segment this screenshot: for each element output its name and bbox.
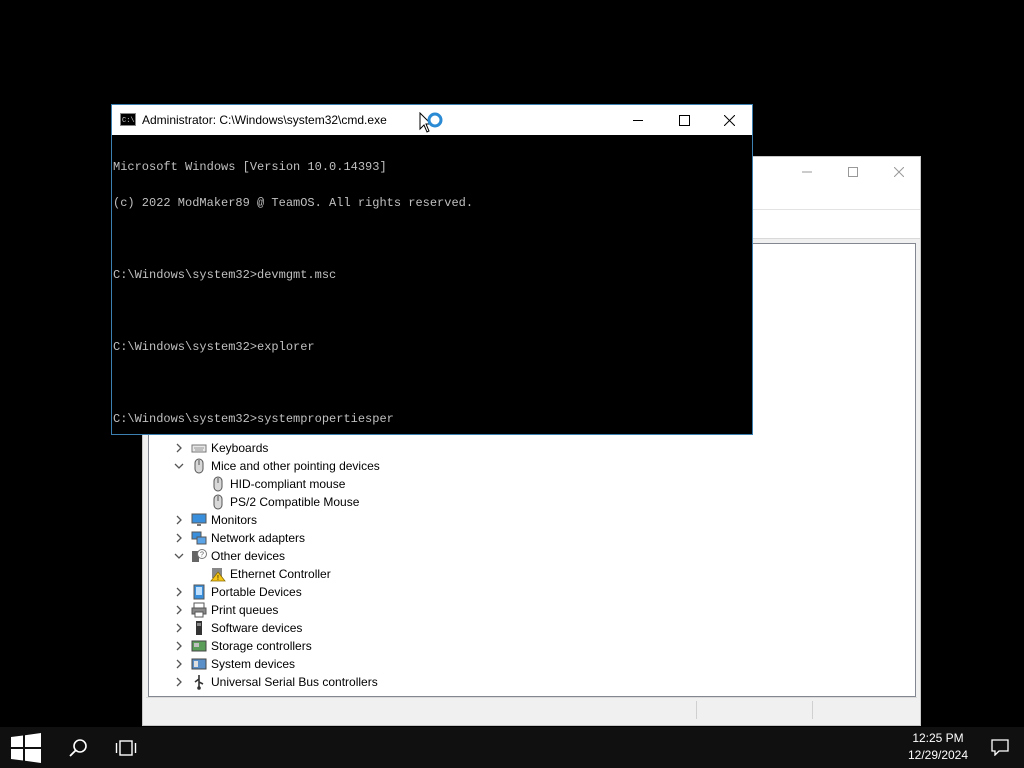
start-button[interactable] bbox=[0, 727, 52, 768]
close-icon bbox=[894, 167, 904, 177]
tree-category-row[interactable]: Network adapters bbox=[149, 529, 909, 547]
tree-device-row[interactable]: ! Ethernet Controller bbox=[149, 565, 909, 583]
network-adapter-icon bbox=[191, 530, 207, 546]
tree-item-label: Software devices bbox=[211, 621, 303, 635]
mouse-icon bbox=[191, 458, 207, 474]
device-manager-maximize-button[interactable] bbox=[830, 157, 876, 187]
cmd-minimize-button[interactable] bbox=[615, 105, 661, 135]
maximize-icon bbox=[678, 114, 690, 126]
mouse-icon bbox=[210, 494, 226, 510]
tree-category-row[interactable]: Mice and other pointing devices bbox=[149, 457, 909, 475]
tree-item-label: PS/2 Compatible Mouse bbox=[230, 495, 360, 509]
taskbar: 12:25 PM 12/29/2024 bbox=[0, 727, 1024, 768]
search-button[interactable] bbox=[56, 727, 100, 768]
console-input-line: C:\Windows\system32>systempropertiesper bbox=[113, 412, 394, 426]
svg-text:!: ! bbox=[217, 575, 219, 582]
tree-item-label: Print queues bbox=[211, 603, 279, 617]
console-line: Microsoft Windows [Version 10.0.14393] bbox=[113, 160, 387, 174]
tree-category-row[interactable]: ? Other devices bbox=[149, 547, 909, 565]
search-icon bbox=[69, 738, 87, 757]
portable-device-icon bbox=[191, 584, 207, 600]
minimize-icon bbox=[802, 171, 812, 173]
device-manager-minimize-button[interactable] bbox=[784, 157, 830, 187]
collapsed-chevron-icon[interactable] bbox=[172, 529, 186, 547]
task-view-button[interactable] bbox=[104, 727, 148, 768]
tree-item-label: Monitors bbox=[211, 513, 258, 527]
expanded-chevron-icon[interactable] bbox=[172, 547, 186, 565]
tree-category-row[interactable]: Monitors bbox=[149, 511, 909, 529]
console-line: C:\Windows\system32>devmgmt.msc bbox=[113, 268, 337, 282]
tree-category-row[interactable]: Print queues bbox=[149, 601, 909, 619]
cmd-close-button[interactable] bbox=[706, 105, 752, 135]
tree-item-label: Other devices bbox=[211, 549, 286, 563]
console-line: (c) 2022 ModMaker89 @ TeamOS. All rights… bbox=[113, 196, 474, 210]
status-separator bbox=[696, 701, 697, 719]
tree-item-label: Storage controllers bbox=[211, 639, 312, 653]
tree-item-label: HID-compliant mouse bbox=[230, 477, 346, 491]
collapsed-chevron-icon[interactable] bbox=[172, 583, 186, 601]
tree-device-row[interactable]: PS/2 Compatible Mouse bbox=[149, 493, 909, 511]
cmd-console[interactable]: Microsoft Windows [Version 10.0.14393] (… bbox=[112, 135, 752, 434]
collapsed-chevron-icon[interactable] bbox=[172, 601, 186, 619]
svg-text:C:\: C:\ bbox=[122, 117, 135, 125]
minimize-icon bbox=[633, 120, 643, 121]
mouse-icon bbox=[210, 476, 226, 492]
unknown-device-icon: ? bbox=[191, 548, 207, 564]
collapsed-chevron-icon[interactable] bbox=[172, 655, 186, 673]
system-clock[interactable]: 12:25 PM 12/29/2024 bbox=[900, 730, 976, 764]
collapsed-chevron-icon[interactable] bbox=[172, 637, 186, 655]
action-center-button[interactable] bbox=[976, 727, 1024, 768]
task-view-icon bbox=[115, 739, 137, 756]
tree-category-row[interactable]: Software devices bbox=[149, 619, 909, 637]
tree-item-label: System devices bbox=[211, 657, 296, 671]
busy-cursor-icon bbox=[419, 112, 443, 133]
close-icon bbox=[723, 114, 735, 126]
svg-text:?: ? bbox=[200, 552, 204, 559]
device-manager-statusbar bbox=[146, 697, 917, 722]
cmd-maximize-button[interactable] bbox=[661, 105, 707, 135]
system-device-icon bbox=[191, 656, 207, 672]
cmd-app-icon: C:\ bbox=[120, 113, 136, 126]
status-separator bbox=[812, 701, 813, 719]
clock-time: 12:25 PM bbox=[912, 731, 964, 745]
tree-category-row[interactable]: Universal Serial Bus controllers bbox=[149, 673, 909, 691]
tree-category-row[interactable]: Storage controllers bbox=[149, 637, 909, 655]
usb-icon bbox=[191, 674, 207, 690]
clock-date: 12/29/2024 bbox=[907, 748, 969, 762]
cmd-window-title: Administrator: C:\Windows\system32\cmd.e… bbox=[142, 113, 387, 127]
cmd-window[interactable]: C:\ Administrator: C:\Windows\system32\c… bbox=[111, 104, 753, 435]
collapsed-chevron-icon[interactable] bbox=[172, 673, 186, 691]
collapsed-chevron-icon[interactable] bbox=[172, 619, 186, 637]
software-device-icon bbox=[191, 620, 207, 636]
windows-logo-icon bbox=[11, 732, 41, 763]
tree-item-label: Universal Serial Bus controllers bbox=[211, 675, 378, 689]
collapsed-chevron-icon[interactable] bbox=[172, 511, 186, 529]
device-manager-close-button[interactable] bbox=[876, 157, 922, 187]
tree-item-label: Ethernet Controller bbox=[230, 567, 331, 581]
tree-category-row[interactable]: Portable Devices bbox=[149, 583, 909, 601]
tree-device-row[interactable]: HID-compliant mouse bbox=[149, 475, 909, 493]
console-line: C:\Windows\system32>explorer bbox=[113, 340, 315, 354]
warning-device-icon: ! bbox=[210, 566, 226, 582]
tree-category-row[interactable]: System devices bbox=[149, 655, 909, 673]
maximize-icon bbox=[848, 167, 858, 177]
expanded-chevron-icon[interactable] bbox=[172, 457, 186, 475]
tree-item-label: Portable Devices bbox=[211, 585, 302, 599]
storage-controller-icon bbox=[191, 638, 207, 654]
printer-icon bbox=[191, 602, 207, 618]
tree-item-label: Mice and other pointing devices bbox=[211, 459, 380, 473]
notification-icon bbox=[991, 739, 1009, 756]
monitor-icon bbox=[191, 512, 207, 528]
tree-item-label: Network adapters bbox=[211, 531, 306, 545]
